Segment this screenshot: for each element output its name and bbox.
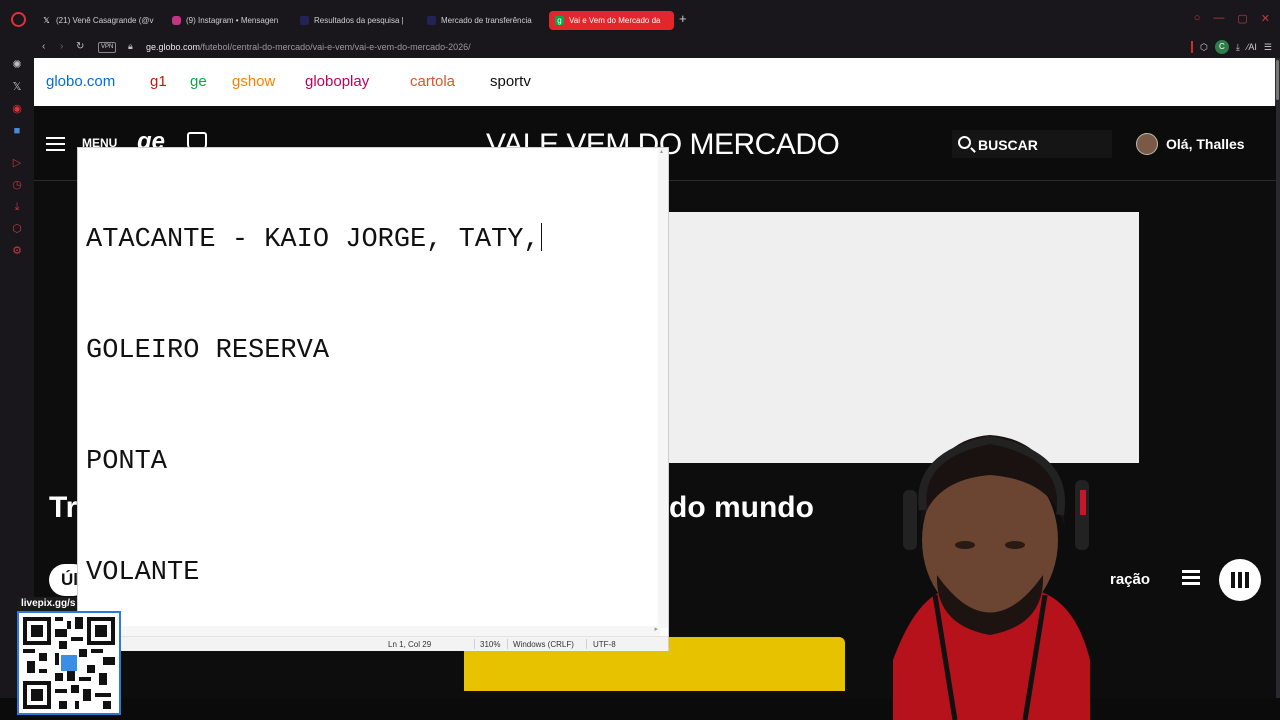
close-icon[interactable]: ✕	[1261, 12, 1270, 25]
nav-link-ge[interactable]: ge	[190, 73, 207, 90]
maximize-icon[interactable]: ▢	[1237, 12, 1247, 25]
browser-tab[interactable]: (9) Instagram • Mensagen	[166, 11, 291, 30]
headline-left[interactable]: Tr	[49, 491, 77, 525]
text-caret	[540, 223, 542, 251]
headline-right[interactable]: do mundo	[669, 491, 814, 525]
page-scrollbar-thumb[interactable]	[1276, 60, 1279, 100]
qr-code	[17, 611, 121, 715]
filter-text[interactable]: ração	[1110, 571, 1150, 588]
search-icon[interactable]: ○	[1194, 12, 1201, 25]
opera-logo-icon[interactable]	[11, 12, 26, 27]
tab-title: (9) Instagram • Mensagen	[186, 16, 279, 25]
url-host: ge.globo.com	[146, 42, 201, 52]
notepad-line: GOLEIRO RESERVA	[86, 336, 330, 366]
ai-button[interactable]: ⁄AI	[1247, 42, 1257, 52]
line-ending: Windows (CRLF)	[513, 640, 574, 649]
notepad-line: ATACANTE - KAIO JORGE, TATY,	[86, 225, 540, 255]
url-field[interactable]: ge.globo.com/futebol/central-do-mercado/…	[146, 42, 471, 52]
x-icon: 𝕏	[43, 16, 50, 25]
vpn-badge[interactable]: VPN	[98, 42, 117, 53]
notepad-vertical-scrollbar[interactable]	[658, 148, 668, 628]
notepad-status-bar: Ln 1, Col 29 310% Windows (CRLF) UTF-8	[78, 636, 668, 651]
instagram-icon	[172, 16, 181, 25]
extensions-icon[interactable]: ⬡	[1200, 42, 1208, 53]
nav-link-globoplay[interactable]: globoplay	[305, 73, 369, 90]
livepix-label: livepix.gg/s	[17, 597, 77, 611]
zoom-level: 310%	[480, 640, 501, 649]
reload-icon[interactable]: ↻	[76, 41, 84, 52]
nav-link-sportv[interactable]: sportv	[490, 73, 531, 90]
globo-network-nav: globo.com g1 ge gshow globoplay cartola …	[34, 58, 1276, 106]
webcam-overlay	[893, 435, 1090, 720]
forward-icon[interactable]: ›	[60, 41, 63, 52]
search-label: BUSCAR	[978, 137, 1038, 153]
site-icon	[427, 16, 436, 25]
notepad-text-area[interactable]: ATACANTE - KAIO JORGE, TATY, GOLEIRO RES…	[86, 148, 542, 666]
download-icon[interactable]: ⤓	[1236, 42, 1240, 53]
hamburger-menu-icon[interactable]	[46, 137, 65, 151]
ai-label: AI	[1248, 42, 1257, 52]
player-icon[interactable]: ▷	[11, 157, 23, 169]
chatgpt-icon[interactable]: ✺	[11, 59, 23, 71]
cursor-position: Ln 1, Col 29	[388, 640, 432, 649]
list-view-icon[interactable]	[1178, 567, 1204, 593]
ge-icon: g	[555, 16, 564, 25]
minimize-icon[interactable]: —	[1213, 12, 1224, 25]
menu-icon[interactable]: ☰	[1264, 42, 1272, 53]
history-icon[interactable]: ◷	[11, 179, 23, 191]
search-icon	[958, 136, 971, 149]
encoding: UTF-8	[593, 640, 616, 649]
downloads-icon[interactable]: ⤓	[11, 201, 23, 213]
tab-title: (21) Venê Casagrande (@v	[56, 16, 154, 25]
site-icon	[300, 16, 309, 25]
browser-tab[interactable]: 𝕏 (21) Venê Casagrande (@v	[36, 11, 161, 30]
browser-tab-bar: 𝕏 (21) Venê Casagrande (@v (9) Instagram…	[0, 0, 1280, 38]
tab-title: Vai e Vem do Mercado da	[569, 16, 661, 25]
url-path: /futebol/central-do-mercado/vai-e-vem/va…	[200, 42, 471, 52]
avatar[interactable]	[1136, 133, 1158, 155]
grid-view-button[interactable]	[1219, 559, 1261, 601]
browser-tab[interactable]: Mercado de transferência	[421, 11, 546, 30]
address-bar: ‹ › ↻ VPN 🔒︎ ge.globo.com/futebol/centra…	[34, 38, 1280, 58]
settings-icon[interactable]: ⚙	[11, 245, 23, 257]
x-icon[interactable]: 𝕏	[11, 81, 23, 93]
profile-badge[interactable]: C	[1214, 40, 1229, 54]
back-icon[interactable]: ‹	[42, 41, 45, 52]
notepad-line: VOLANTE	[86, 558, 200, 588]
tab-title: Mercado de transferência	[441, 16, 532, 25]
notepad-line: PONTA	[86, 447, 168, 477]
user-greeting[interactable]: Olá, Thalles	[1166, 136, 1245, 152]
tab-title: Resultados da pesquisa |	[314, 16, 404, 25]
lock-icon[interactable]: 🔒︎	[128, 41, 133, 52]
divider	[1191, 41, 1194, 53]
new-tab-button[interactable]: +	[679, 12, 687, 26]
browser-tab-active[interactable]: g Vai e Vem do Mercado da	[549, 11, 674, 30]
browser-tab[interactable]: Resultados da pesquisa |	[294, 11, 419, 30]
nav-link-g1[interactable]: g1	[150, 73, 167, 90]
app-icon[interactable]: ■	[11, 125, 23, 137]
extensions-icon[interactable]: ⬡	[11, 223, 23, 235]
nav-link-gshow[interactable]: gshow	[232, 73, 275, 90]
nav-link-globo[interactable]: globo.com	[46, 73, 115, 90]
nav-link-cartola[interactable]: cartola	[410, 73, 455, 90]
window-controls: ○ — ▢ ✕	[1194, 12, 1270, 25]
notepad-window[interactable]: ATACANTE - KAIO JORGE, TATY, GOLEIRO RES…	[77, 147, 669, 651]
instagram-icon[interactable]: ◉	[11, 103, 23, 115]
address-bar-tools: ⬡ C ⤓ ⁄AI ☰	[1191, 40, 1272, 54]
search-button[interactable]: BUSCAR	[952, 130, 1112, 158]
notepad-horizontal-scrollbar[interactable]	[78, 625, 660, 636]
